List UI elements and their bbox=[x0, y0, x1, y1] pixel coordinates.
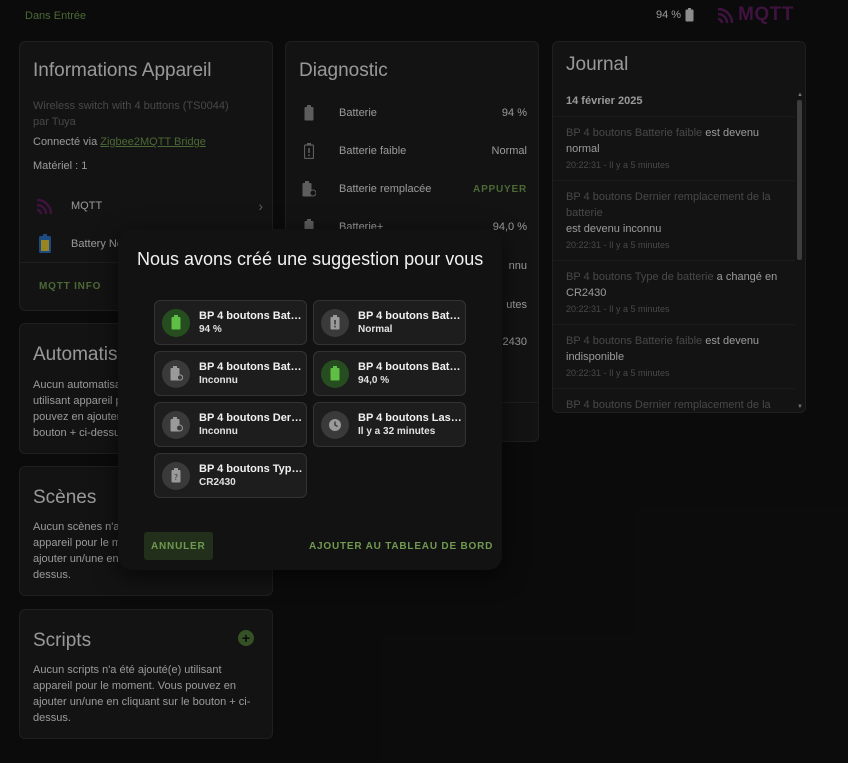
clock-icon bbox=[321, 410, 349, 439]
add-to-dashboard-button[interactable]: AJOUTER AU TABLEAU DE BORD bbox=[309, 532, 493, 560]
battery-clock-icon bbox=[162, 410, 190, 439]
tile-name: BP 4 boutons Batterie bbox=[199, 309, 303, 322]
entity-tile[interactable]: BP 4 boutons Batterie+94,0 % bbox=[313, 351, 466, 396]
suggestion-dialog: Nous avons créé une suggestion pour vous… bbox=[118, 229, 502, 570]
battery-unknown-icon: ? bbox=[162, 461, 190, 490]
tile-name: BP 4 boutons Type de batterie bbox=[199, 462, 303, 475]
tile-state: 94,0 % bbox=[358, 374, 390, 386]
tile-state: Il y a 32 minutes bbox=[358, 425, 436, 437]
tile-name: BP 4 boutons Batterie remplacée bbox=[199, 360, 303, 373]
tile-name: BP 4 boutons Dernier remplacement bbox=[199, 411, 303, 424]
entity-tile[interactable]: BP 4 boutons Last seenIl y a 32 minutes bbox=[313, 402, 466, 447]
tile-state: Normal bbox=[358, 323, 393, 335]
tile-state: Inconnu bbox=[199, 374, 238, 386]
tile-name: BP 4 boutons Batterie+ bbox=[358, 360, 462, 373]
battery-alert-icon bbox=[321, 308, 349, 337]
entity-tile[interactable]: BP 4 boutons Batterie remplacéeInconnu bbox=[154, 351, 307, 396]
entity-tile[interactable]: BP 4 boutons Batterie faibleNormal bbox=[313, 300, 466, 345]
entity-tile[interactable]: BP 4 boutons Dernier remplacementInconnu bbox=[154, 402, 307, 447]
tile-name: BP 4 boutons Batterie faible bbox=[358, 309, 462, 322]
battery-sync-icon bbox=[162, 359, 190, 388]
battery-icon bbox=[162, 308, 190, 337]
tile-state: Inconnu bbox=[199, 425, 238, 437]
tile-state: CR2430 bbox=[199, 476, 236, 488]
svg-text:?: ? bbox=[174, 473, 178, 482]
entity-tile[interactable]: ? BP 4 boutons Type de batterieCR2430 bbox=[154, 453, 307, 498]
cancel-button[interactable]: ANNULER bbox=[144, 532, 213, 560]
battery-icon bbox=[321, 359, 349, 388]
entity-tile[interactable]: BP 4 boutons Batterie 94 % bbox=[154, 300, 307, 345]
tile-name: BP 4 boutons Last seen bbox=[358, 411, 462, 424]
dialog-title: Nous avons créé une suggestion pour vous bbox=[137, 249, 484, 269]
tile-state: 94 % bbox=[199, 323, 222, 335]
